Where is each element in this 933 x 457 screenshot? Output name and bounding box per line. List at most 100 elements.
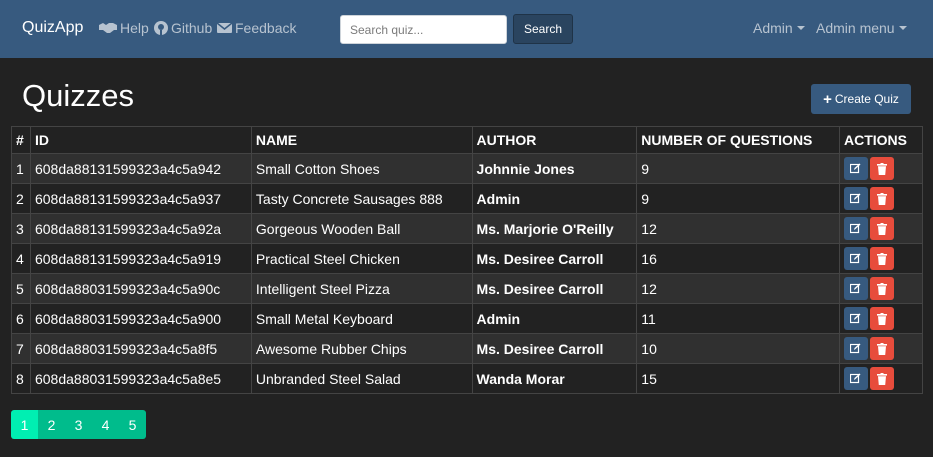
quiz-name: Intelligent Steel Pizza [250,273,473,304]
delete-button[interactable] [869,367,894,390]
edit-icon [850,163,861,174]
page-link-1[interactable]: 1 [11,410,38,439]
table-header-row: # ID NAME AUTHOR NUMBER OF QUESTIONS ACT… [11,126,924,154]
delete-button[interactable] [869,187,894,210]
table-row: 7 608da88031599323a4c5a8f5 Awesome Rubber … [11,333,924,364]
row-number: 6 [11,303,31,334]
trash-icon [876,282,887,295]
quiz-questions: 16 [636,243,840,274]
edit-icon [850,283,861,294]
admin-dropdown[interactable]: Admin [753,20,805,36]
trash-icon [876,342,887,355]
quiz-questions: 11 [636,303,840,334]
row-number: 8 [11,363,31,394]
edit-button[interactable] [843,157,868,180]
nav-link-github-label: Github [171,20,213,36]
create-quiz-label: Create Quiz [834,92,899,106]
quiz-id: 608da88131599323a4c5a919 [29,243,252,274]
envelope-icon [217,22,232,33]
quiz-questions: 10 [636,333,840,364]
brand-logo[interactable]: QuizApp [22,19,83,37]
table-row: 6 608da88031599323a4c5a900 Small Metal Key… [11,303,924,334]
nav-link-help-label: Help [120,20,149,36]
column-header-number: # [11,126,31,154]
caret-down-icon [898,26,907,30]
page-link-3[interactable]: 3 [65,410,92,439]
create-quiz-button[interactable]: + Create Quiz [811,84,911,114]
quiz-author: Ms. Marjorie O'Reilly [471,213,638,244]
table-row: 8 608da88031599323a4c5a8e5 Unbranded Steel… [11,363,924,394]
column-header-id: ID [29,126,252,154]
table-row: 1 608da88131599323a4c5a942 Small Cotton Sh… [11,153,924,184]
quiz-questions: 9 [636,153,840,184]
row-number: 7 [11,333,31,364]
handshake-icon [99,23,117,33]
quiz-questions: 15 [636,363,840,394]
edit-icon [850,313,861,324]
delete-button[interactable] [869,277,894,300]
quiz-id: 608da88031599323a4c5a90c [29,273,252,304]
delete-button[interactable] [869,307,894,330]
table-row: 3 608da88131599323a4c5a92a Gorgeous Wooden… [11,213,924,244]
quiz-name: Unbranded Steel Salad [250,363,473,394]
quiz-author: Admin [471,183,638,214]
quiz-author: Wanda Morar [471,363,638,394]
trash-icon [876,312,887,325]
search-button[interactable]: Search [513,14,573,44]
page-link-2[interactable]: 2 [38,410,65,439]
quiz-name: Tasty Concrete Sausages 888 [250,183,473,214]
admin-dropdown-label: Admin [753,20,793,36]
plus-icon: + [823,90,832,108]
edit-button[interactable] [843,187,868,210]
admin-menu-dropdown[interactable]: Admin menu [816,20,907,36]
quiz-id: 608da88031599323a4c5a8e5 [29,363,252,394]
quiz-id: 608da88031599323a4c5a900 [29,303,252,334]
search-input[interactable] [340,15,507,44]
edit-button[interactable] [843,337,868,360]
delete-button[interactable] [869,157,894,180]
quiz-author: Johnnie Jones [471,153,638,184]
row-number: 4 [11,243,31,274]
delete-button[interactable] [869,247,894,270]
quizzes-table: # ID NAME AUTHOR NUMBER OF QUESTIONS ACT… [11,126,924,394]
edit-button[interactable] [843,217,868,240]
edit-button[interactable] [843,247,868,270]
quiz-name: Small Cotton Shoes [250,153,473,184]
nav-link-feedback[interactable]: Feedback [217,20,296,36]
column-header-name: NAME [250,126,473,154]
row-actions [838,333,924,364]
row-actions [838,153,924,184]
row-actions [838,363,924,394]
edit-button[interactable] [843,367,868,390]
delete-button[interactable] [869,217,894,240]
edit-icon [850,193,861,204]
quiz-author: Admin [471,303,638,334]
quiz-id: 608da88131599323a4c5a937 [29,183,252,214]
column-header-author: AUTHOR [471,126,638,154]
table-row: 5 608da88031599323a4c5a90c Intelligent Ste… [11,273,924,304]
row-actions [838,303,924,334]
admin-menu-dropdown-label: Admin menu [816,20,895,36]
nav-link-help[interactable]: Help [99,20,149,36]
row-actions [838,243,924,274]
page-link-5[interactable]: 5 [119,410,146,439]
quiz-name: Gorgeous Wooden Ball [250,213,473,244]
github-icon [154,21,168,35]
edit-button[interactable] [843,277,868,300]
edit-icon [850,253,861,264]
row-actions [838,183,924,214]
trash-icon [876,192,887,205]
nav-link-github[interactable]: Github [154,20,212,36]
quiz-name: Awesome Rubber Chips [250,333,473,364]
edit-button[interactable] [843,307,868,330]
quiz-author: Ms. Desiree Carroll [471,333,638,364]
trash-icon [876,222,887,235]
delete-button[interactable] [869,337,894,360]
column-header-actions: ACTIONS [838,126,924,154]
pagination: 12345 [11,410,146,439]
trash-icon [876,372,887,385]
page-link-4[interactable]: 4 [92,410,119,439]
row-number: 1 [11,153,31,184]
trash-icon [876,162,887,175]
edit-icon [850,223,861,234]
